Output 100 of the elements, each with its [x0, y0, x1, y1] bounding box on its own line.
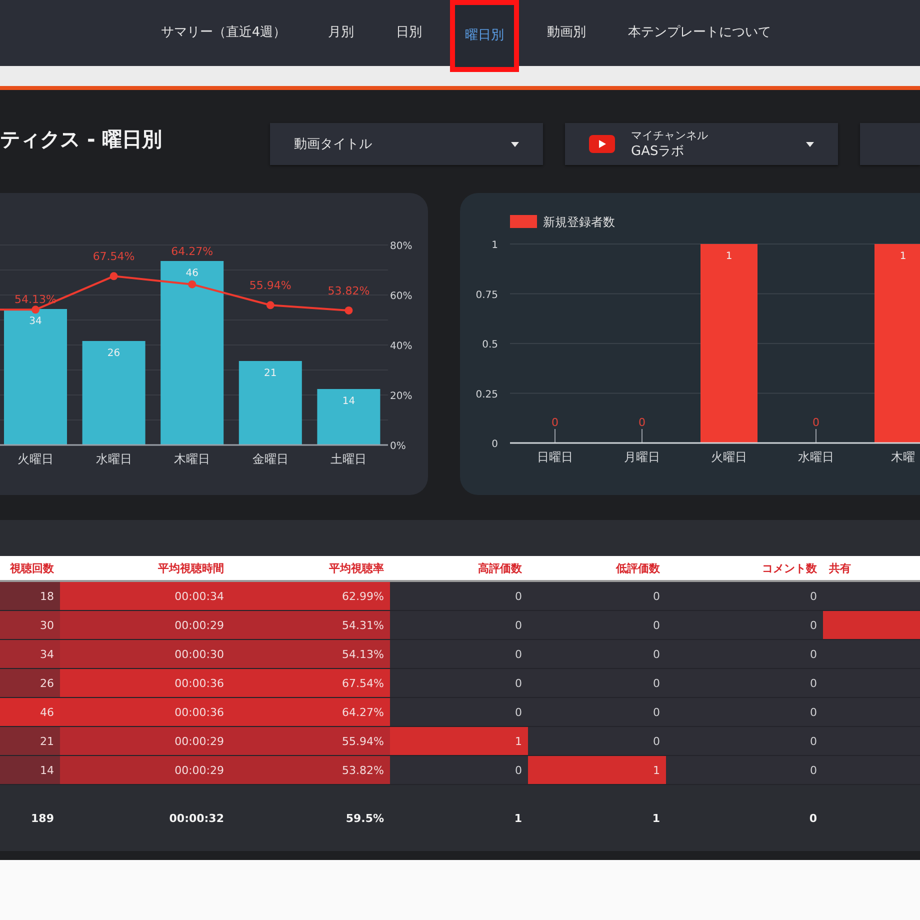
page-title: ティクス - 曜日別	[0, 126, 164, 153]
table-cell: 30	[0, 610, 60, 640]
axis-label: 60%	[390, 291, 412, 302]
table-cell: 00:00:29	[60, 756, 230, 784]
table-cell: 55.94%	[230, 726, 390, 756]
data-label: 26	[107, 348, 120, 359]
caret-icon	[511, 142, 519, 146]
table-cell: 1	[528, 756, 666, 784]
axis-label: 火曜日	[711, 450, 747, 464]
table-cell: 67.54%	[230, 668, 390, 698]
axis-label: 0%	[390, 441, 406, 452]
axis-label: 日曜日	[537, 450, 573, 464]
point	[188, 280, 196, 288]
table-cell: 1	[390, 726, 528, 756]
bar	[317, 389, 380, 445]
play-icon	[589, 135, 615, 153]
table-cell: 62.99%	[230, 581, 390, 610]
table-cell: 00:00:30	[60, 640, 230, 668]
nav-tab[interactable]: 曜日別	[450, 0, 520, 72]
point	[110, 272, 118, 280]
table-cell: 0	[390, 581, 528, 610]
data-label: 1	[900, 251, 906, 262]
data-label: 53.82%	[328, 284, 370, 298]
data-label: 0	[812, 416, 820, 429]
axis-label: 20%	[390, 391, 412, 402]
table-cell: 00:00:34	[60, 581, 230, 610]
data-label: 14	[342, 396, 356, 407]
table-cell: 0	[390, 610, 528, 640]
column-header[interactable]: 視聴回数	[0, 556, 60, 581]
legend-label: 新規登録者数	[543, 215, 615, 229]
table-cell: 18	[0, 581, 60, 610]
table-cell: 54.13%	[230, 640, 390, 668]
table-cell: 0	[528, 610, 666, 640]
table-cell: 21	[0, 726, 60, 756]
table-cell: 0	[528, 698, 666, 726]
table-cell: 0	[390, 640, 528, 668]
table-cell: 0	[666, 726, 823, 756]
total-cell: 189	[0, 784, 60, 851]
axis-label: 金曜日	[252, 452, 288, 466]
axis-label: 木曜日	[174, 452, 210, 466]
nav-tab[interactable]: 月別	[314, 0, 368, 66]
table-cell: 46	[0, 698, 60, 726]
axis-label: 1	[492, 240, 498, 251]
axis-label: 0.75	[476, 290, 498, 301]
point	[344, 306, 353, 314]
table-cell: 14	[0, 756, 60, 784]
dropdown[interactable]: マイチャンネル GASラボ	[565, 123, 838, 165]
table-cell: 0	[666, 698, 823, 726]
table-cell: 53.82%	[230, 756, 390, 784]
data-label: 64.27%	[171, 245, 214, 258]
data-label: 0	[552, 416, 558, 429]
axis-label: 土曜日	[330, 452, 367, 466]
point	[266, 301, 274, 310]
total-cell: 1	[390, 784, 528, 851]
table-cell: 0	[666, 668, 823, 698]
axis-label: 水曜日	[96, 452, 132, 466]
point	[32, 306, 40, 314]
table-cell: 0	[528, 668, 666, 698]
column-header[interactable]: コメント数	[666, 556, 823, 581]
dropdown[interactable]	[860, 123, 920, 165]
axis-label: 0	[492, 439, 498, 450]
table-cell: 34	[0, 640, 60, 668]
table-cell: 26	[0, 668, 60, 698]
dropdown[interactable]: 動画タイトル	[270, 123, 543, 165]
table-cell: 00:00:29	[60, 610, 230, 640]
legend-swatch	[510, 215, 537, 228]
data-label: 54.13%	[14, 293, 56, 306]
nav-tab[interactable]: サマリー（直近4週）	[146, 0, 300, 66]
table-cell: 54.31%	[230, 610, 390, 640]
column-header[interactable]: 高評価数	[390, 556, 528, 581]
column-header[interactable]: 低評価数	[528, 556, 666, 581]
axis-label: 火曜日	[18, 452, 54, 466]
total-cell: 00:00:32	[60, 784, 230, 851]
column-header[interactable]: 平均視聴率	[230, 556, 390, 581]
table-cell: 0	[666, 640, 823, 668]
axis-label: 水曜日	[798, 450, 834, 464]
nav-tab[interactable]: 本テンプレートについて	[614, 0, 786, 66]
axis-label: 木曜	[891, 450, 915, 464]
column-header[interactable]: 共有	[823, 556, 920, 581]
data-label: 34	[29, 316, 42, 327]
table-cell: 0	[528, 581, 666, 610]
data-label: 1	[726, 251, 732, 262]
data-label: 67.54%	[92, 250, 135, 264]
table-cell: 00:00:36	[60, 698, 230, 726]
data-label: 55.94%	[249, 279, 292, 292]
table-cell: 0	[390, 668, 528, 698]
nav-tab[interactable]: 動画別	[533, 0, 600, 66]
leader-line	[554, 428, 556, 444]
table-cell: 64.27%	[230, 698, 390, 726]
total-cell: 0	[666, 784, 823, 851]
caret-icon	[806, 142, 814, 146]
column-header[interactable]: 平均視聴時間	[60, 556, 230, 581]
axis-label: 月曜日	[624, 450, 660, 464]
nav-tab[interactable]: 日別	[382, 0, 436, 66]
axis-label: 80%	[390, 241, 412, 252]
total-cell: 59.5%	[230, 784, 390, 851]
table-cell: 0	[528, 640, 666, 668]
data-label: 0	[638, 416, 646, 429]
table-cell: 0	[666, 581, 823, 610]
data-label: 46	[186, 268, 198, 279]
